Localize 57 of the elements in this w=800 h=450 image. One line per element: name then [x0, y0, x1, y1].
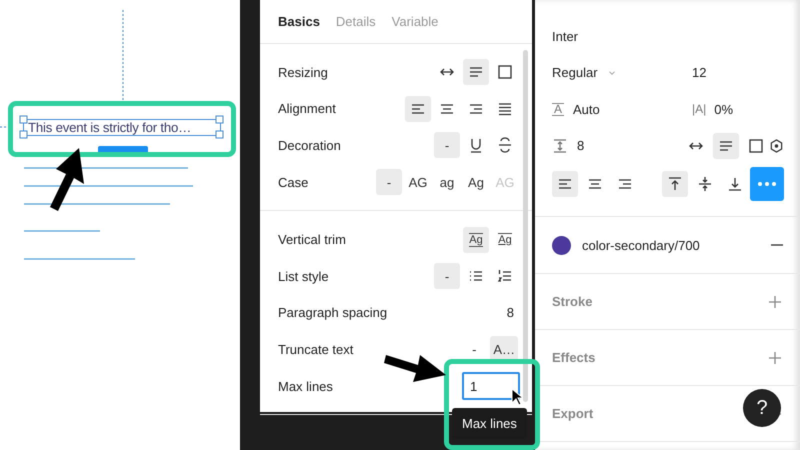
section-title: Stroke — [552, 294, 592, 309]
letter-spacing-icon: |A| — [692, 102, 706, 116]
strikethrough-icon — [497, 137, 513, 154]
fill-style-name[interactable]: color-secondary/700 — [582, 238, 760, 252]
paragraph-spacing-value[interactable]: 8 — [506, 305, 514, 320]
scrollbar[interactable] — [523, 50, 528, 402]
option-button[interactable]: AG — [405, 169, 431, 196]
icon-button[interactable] — [463, 59, 489, 86]
paragraph-spacing-icon — [552, 138, 568, 154]
add-button[interactable] — [767, 294, 783, 310]
line-height-value[interactable]: Auto — [573, 102, 600, 117]
option-button[interactable]: - — [376, 169, 402, 196]
tab[interactable]: Basics — [278, 14, 320, 29]
row-label: Resizing — [278, 64, 328, 80]
font-family[interactable]: Inter — [552, 28, 578, 44]
option-button[interactable]: - — [434, 263, 460, 290]
font-style[interactable]: Regular — [552, 65, 598, 80]
font-size[interactable]: 12 — [692, 65, 706, 80]
align-top-icon — [667, 176, 683, 192]
option-button[interactable]: Ag — [463, 169, 489, 196]
max-lines-field[interactable]: 1 — [462, 372, 520, 400]
row-label: Truncate text — [278, 342, 354, 357]
color-swatch[interactable] — [552, 236, 571, 254]
icon-button[interactable] — [405, 96, 431, 122]
row-label: Alignment — [278, 101, 336, 116]
justify-icon — [497, 100, 513, 117]
square-icon — [748, 138, 764, 154]
option-button[interactable]: - — [434, 132, 460, 158]
vertical-trim-option[interactable]: Ag — [492, 226, 518, 253]
align-bottom-icon — [727, 176, 743, 192]
underline-icon — [468, 137, 484, 154]
numbered-list-icon — [497, 268, 513, 284]
square-icon — [497, 64, 513, 80]
plus-icon — [767, 350, 783, 366]
letter-spacing-value[interactable]: 0% — [714, 102, 734, 117]
cursor-icon — [511, 388, 523, 406]
icon-button[interactable] — [552, 171, 578, 197]
option-button[interactable]: ag — [434, 169, 460, 196]
paragraph-spacing-value[interactable]: 8 — [577, 138, 584, 154]
icon-button[interactable] — [713, 132, 740, 159]
icon-button[interactable] — [662, 171, 688, 197]
vertical-trim-option[interactable]: Ag — [463, 226, 489, 253]
row-label: Decoration — [278, 138, 341, 153]
row-label: Case — [278, 174, 308, 190]
plus-icon — [767, 294, 783, 310]
row-label: List style — [278, 268, 329, 284]
section-title: Export — [552, 406, 594, 421]
row-label: Max lines — [278, 378, 333, 394]
minus-icon — [771, 244, 783, 246]
add-button[interactable] — [767, 350, 783, 366]
row-label: Vertical trim — [278, 232, 346, 248]
tooltip: Max lines — [452, 408, 527, 439]
section-title: Effects — [552, 350, 596, 365]
row-label: Paragraph spacing — [278, 305, 388, 320]
option-button[interactable]: - — [461, 336, 488, 362]
align-middle-icon — [697, 176, 713, 192]
guide-line — [0, 126, 8, 128]
